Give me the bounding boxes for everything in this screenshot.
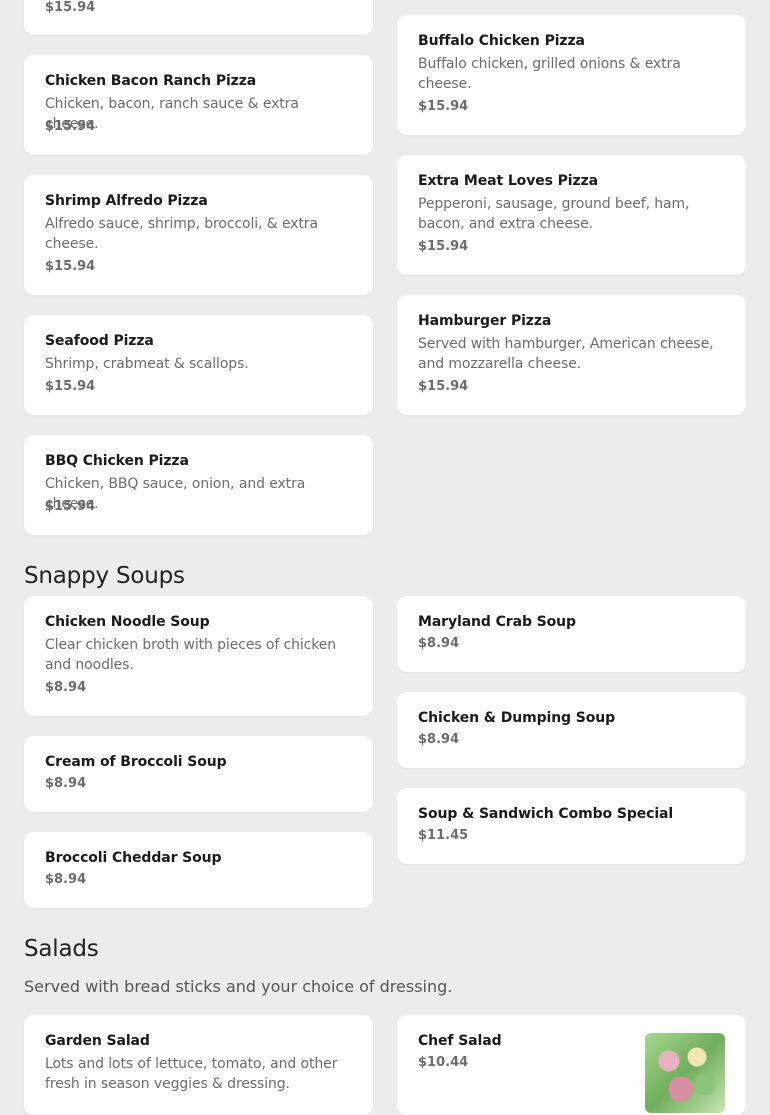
item-description: Clear chicken broth with pieces of chick… xyxy=(45,637,337,673)
menu-item-extra-meat-loves-pizza[interactable]: Extra Meat Loves Pizza Pepperoni, sausag… xyxy=(397,155,746,275)
menu-item-cream-of-broccoli-soup[interactable]: Cream of Broccoli Soup $8.94 xyxy=(24,736,373,812)
item-name: Extra Meat Loves Pizza xyxy=(418,173,598,189)
item-description: Pepperoni, sausage, ground beef, ham, ba… xyxy=(418,196,690,232)
item-price: $15.94 xyxy=(418,99,469,114)
item-price: $15.94 xyxy=(45,499,96,514)
item-description: Shrimp, crabmeat & scallops. xyxy=(45,356,249,372)
menu-item-chicken-noodle-soup[interactable]: Chicken Noodle Soup Clear chicken broth … xyxy=(24,596,373,716)
section-subtitle-salads: Served with bread sticks and your choice… xyxy=(24,977,453,996)
menu-item-soup-sandwich-combo[interactable]: Soup & Sandwich Combo Special $11.45 xyxy=(397,788,746,864)
item-price: $8.94 xyxy=(45,872,87,887)
item-name: Broccoli Cheddar Soup xyxy=(45,850,222,866)
menu-item-seafood-pizza[interactable]: Seafood Pizza Shrimp, crabmeat & scallop… xyxy=(24,315,373,415)
section-heading-soups: Snappy Soups xyxy=(24,563,185,589)
item-name: Chicken Bacon Ranch Pizza xyxy=(45,73,257,89)
item-price: $15.94 xyxy=(45,379,96,394)
item-name: Chef Salad xyxy=(418,1033,502,1049)
item-price: $15.94 xyxy=(418,239,469,254)
item-description: Alfredo sauce, shrimp, broccoli, & extra… xyxy=(45,216,318,252)
item-name: Garden Salad xyxy=(45,1033,150,1049)
item-price: $8.94 xyxy=(418,732,460,747)
menu-item-shrimp-alfredo-pizza[interactable]: Shrimp Alfredo Pizza Alfredo sauce, shri… xyxy=(24,175,373,295)
item-name: Maryland Crab Soup xyxy=(418,614,576,630)
item-description: Lots and lots of lettuce, tomato, and ot… xyxy=(45,1056,338,1092)
item-price: $15.94 xyxy=(45,0,96,15)
item-name: Buffalo Chicken Pizza xyxy=(418,33,585,49)
item-price: $10.44 xyxy=(418,1055,469,1070)
item-description: Served with hamburger, American cheese, … xyxy=(418,336,714,372)
menu-item-bbq-chicken-pizza[interactable]: BBQ Chicken Pizza Chicken, BBQ sauce, on… xyxy=(24,435,373,535)
item-name: Soup & Sandwich Combo Special xyxy=(418,806,674,822)
item-price: $15.94 xyxy=(45,259,96,274)
item-name: Cream of Broccoli Soup xyxy=(45,754,227,770)
item-price: $15.94 xyxy=(45,119,96,134)
menu-item-chicken-bacon-ranch-pizza[interactable]: Chicken Bacon Ranch Pizza Chicken, bacon… xyxy=(24,55,373,155)
salad-photo xyxy=(645,1033,725,1113)
item-name: Seafood Pizza xyxy=(45,333,154,349)
menu-item-broccoli-cheddar-soup[interactable]: Broccoli Cheddar Soup $8.94 xyxy=(24,832,373,908)
item-description: Buffalo chicken, grilled onions & extra … xyxy=(418,56,681,92)
section-heading-salads: Salads xyxy=(24,936,99,962)
item-name: Shrimp Alfredo Pizza xyxy=(45,193,208,209)
item-price: $8.94 xyxy=(45,680,87,695)
menu-item-buffalo-chicken-pizza[interactable]: Buffalo Chicken Pizza Buffalo chicken, g… xyxy=(397,15,746,135)
item-price: $8.94 xyxy=(45,776,87,791)
item-name: Chicken & Dumping Soup xyxy=(418,710,616,726)
item-name: BBQ Chicken Pizza xyxy=(45,453,189,469)
menu-item-garden-salad[interactable]: Garden Salad Lots and lots of lettuce, t… xyxy=(24,1015,373,1115)
menu-item-card[interactable]: $15.94 xyxy=(24,0,373,35)
item-price: $8.94 xyxy=(418,636,460,651)
item-name: Hamburger Pizza xyxy=(418,313,552,329)
menu-item-chef-salad[interactable]: Chef Salad $10.44 xyxy=(397,1015,746,1115)
item-name: Chicken Noodle Soup xyxy=(45,614,210,630)
menu-item-chicken-dumping-soup[interactable]: Chicken & Dumping Soup $8.94 xyxy=(397,692,746,768)
menu-item-maryland-crab-soup[interactable]: Maryland Crab Soup $8.94 xyxy=(397,596,746,672)
menu-item-hamburger-pizza[interactable]: Hamburger Pizza Served with hamburger, A… xyxy=(397,295,746,415)
item-price: $15.94 xyxy=(418,379,469,394)
item-price: $11.45 xyxy=(418,828,469,843)
